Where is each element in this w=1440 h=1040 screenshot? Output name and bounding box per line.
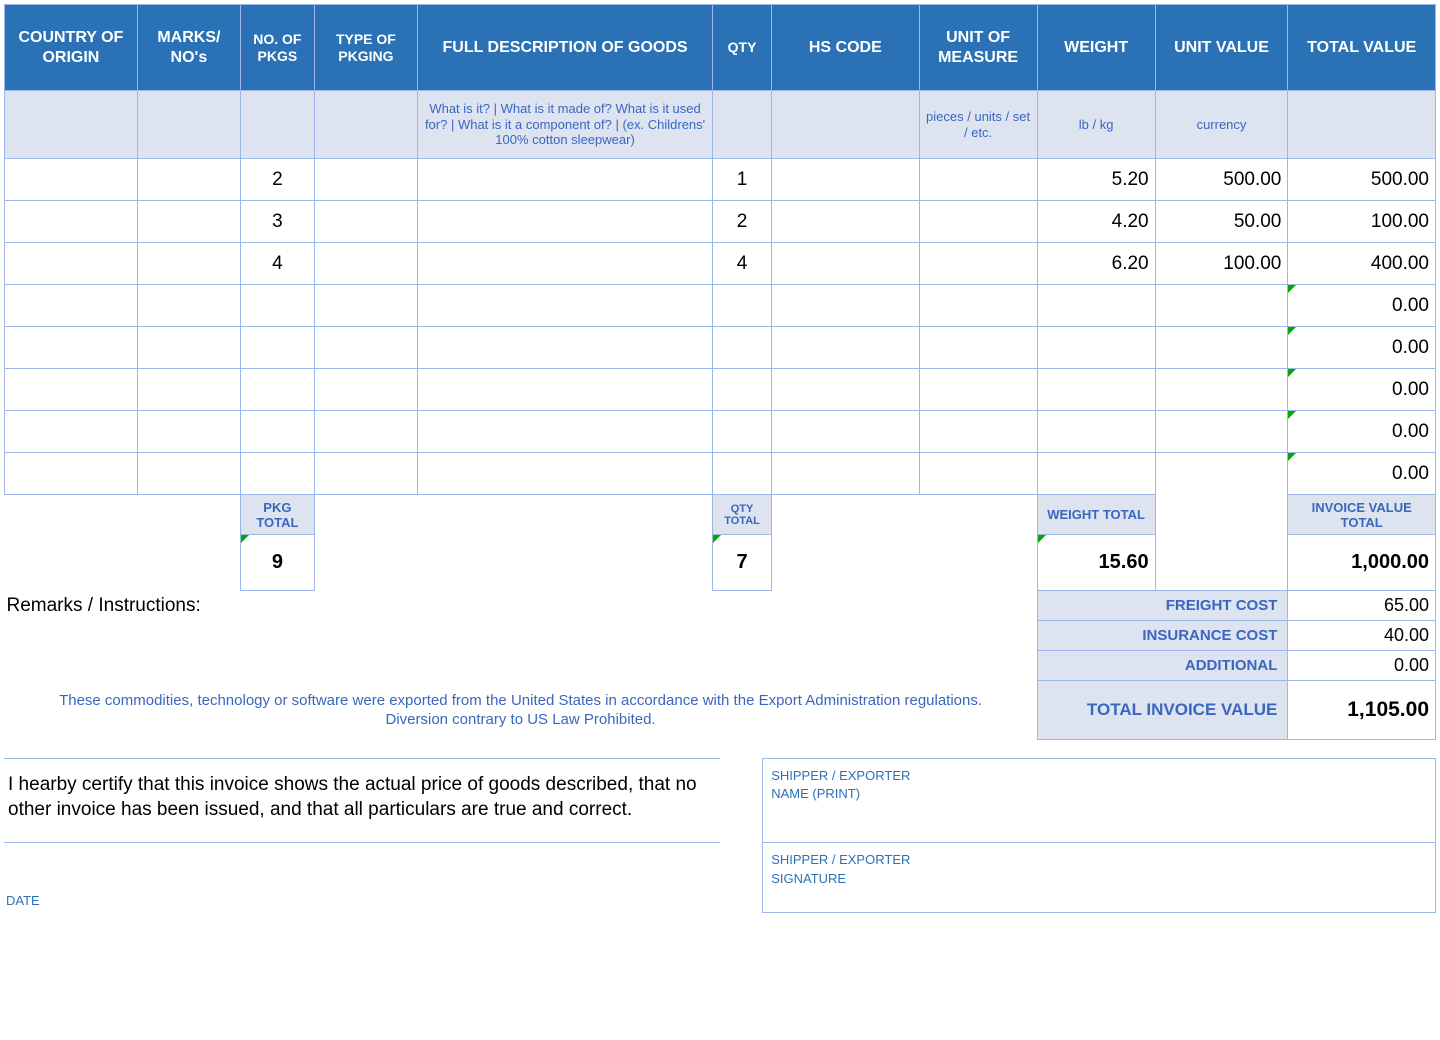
sig-line2: NAME (PRINT) (771, 786, 860, 801)
cell-uval[interactable]: 500.00 (1155, 159, 1288, 201)
hint-desc: What is it? | What is it made of? What i… (418, 91, 713, 159)
col-desc: FULL DESCRIPTION OF GOODS (418, 5, 713, 91)
date-label[interactable]: DATE (4, 843, 720, 912)
insurance-cost[interactable]: 40.00 (1288, 621, 1436, 651)
col-pkgs: NO. OF PKGS (241, 5, 315, 91)
hint-uom: pieces / units / set / etc. (919, 91, 1037, 159)
total-invoice-label: TOTAL INVOICE VALUE (1037, 681, 1288, 740)
table-row[interactable]: 2 1 5.20 500.00 500.00 (5, 159, 1436, 201)
freight-cost-label: FREIGHT COST (1037, 591, 1288, 621)
pkg-total: 9 (241, 535, 315, 591)
col-country: COUNTRY OF ORIGIN (5, 5, 138, 91)
col-uval: UNIT VALUE (1155, 5, 1288, 91)
total-invoice-value: 1,105.00 (1288, 681, 1436, 740)
col-pkging: TYPE OF PKGING (314, 5, 417, 91)
signature-area: I hearby certify that this invoice shows… (4, 758, 1436, 913)
certify-text: I hearby certify that this invoice shows… (4, 759, 720, 843)
col-qty: QTY (713, 5, 772, 91)
export-disclaimer: These commodities, technology or softwar… (5, 681, 1038, 740)
qty-total-label: QTY TOTAL (713, 495, 772, 535)
weight-total: 15.60 (1037, 535, 1155, 591)
col-hs: HS CODE (772, 5, 920, 91)
invoice-table: COUNTRY OF ORIGIN MARKS/ NO's NO. OF PKG… (4, 4, 1436, 740)
table-row[interactable]: 0.00 (5, 369, 1436, 411)
sig-line2: SIGNATURE (771, 871, 846, 886)
table-row[interactable]: 0.00 (5, 453, 1436, 495)
additional-cost-label: ADDITIONAL (1037, 651, 1288, 681)
cell-pkgs[interactable]: 2 (241, 159, 315, 201)
header-row: COUNTRY OF ORIGIN MARKS/ NO's NO. OF PKG… (5, 5, 1436, 91)
shipper-signature-box[interactable]: SHIPPER / EXPORTER SIGNATURE (763, 843, 1436, 912)
additional-cost[interactable]: 0.00 (1288, 651, 1436, 681)
weight-total-label: WEIGHT TOTAL (1037, 495, 1155, 535)
hint-weight: lb / kg (1037, 91, 1155, 159)
hint-row: What is it? | What is it made of? What i… (5, 91, 1436, 159)
sig-line1: SHIPPER / EXPORTER (771, 852, 910, 867)
cell-tval[interactable]: 500.00 (1288, 159, 1436, 201)
cell-tval[interactable]: 0.00 (1288, 285, 1436, 327)
col-weight: WEIGHT (1037, 5, 1155, 91)
inv-total-label: INVOICE VALUE TOTAL (1288, 495, 1436, 535)
col-marks: MARKS/ NO's (137, 5, 240, 91)
cell-weight[interactable]: 5.20 (1037, 159, 1155, 201)
table-row[interactable]: 0.00 (5, 411, 1436, 453)
table-row[interactable]: 0.00 (5, 285, 1436, 327)
remarks-label: Remarks / Instructions: (5, 591, 1038, 681)
inv-total: 1,000.00 (1288, 535, 1436, 591)
pkg-total-label: PKG TOTAL (241, 495, 315, 535)
sig-line1: SHIPPER / EXPORTER (771, 768, 910, 783)
qty-total: 7 (713, 535, 772, 591)
hint-uval: currency (1155, 91, 1288, 159)
insurance-cost-label: INSURANCE COST (1037, 621, 1288, 651)
freight-cost[interactable]: 65.00 (1288, 591, 1436, 621)
col-tval: TOTAL VALUE (1288, 5, 1436, 91)
table-row[interactable]: 4 4 6.20 100.00 400.00 (5, 243, 1436, 285)
table-row[interactable]: 3 2 4.20 50.00 100.00 (5, 201, 1436, 243)
shipper-name-box[interactable]: SHIPPER / EXPORTER NAME (PRINT) (763, 759, 1436, 843)
table-row[interactable]: 0.00 (5, 327, 1436, 369)
cell-qty[interactable]: 1 (713, 159, 772, 201)
col-uom: UNIT OF MEASURE (919, 5, 1037, 91)
